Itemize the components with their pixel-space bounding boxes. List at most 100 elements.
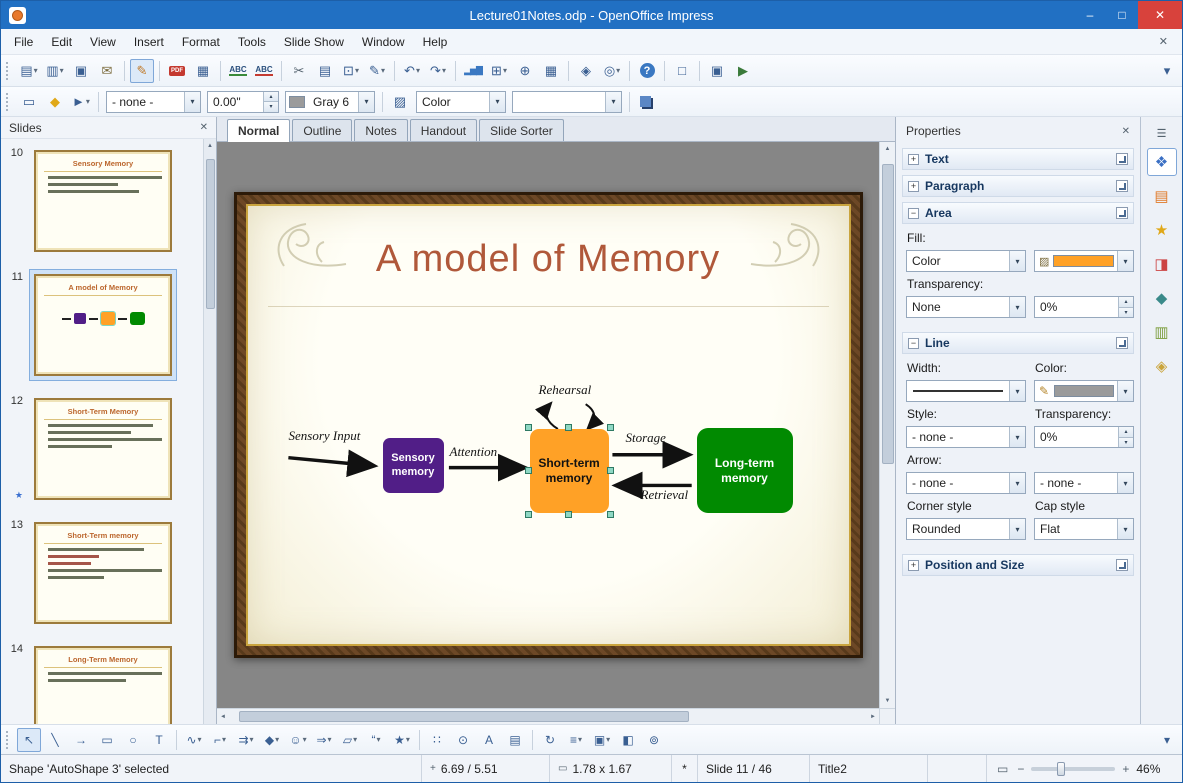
- slide-editing-canvas[interactable]: A model of Memory Sensory Input Attentio…: [217, 142, 879, 708]
- shadow-button[interactable]: [635, 90, 659, 114]
- symbol-shapes-button[interactable]: ☺ ▾: [286, 728, 310, 752]
- line-width-select[interactable]: ▾: [906, 380, 1026, 402]
- retrieval-label[interactable]: Retrieval: [641, 487, 689, 503]
- fontwork-button[interactable]: A: [477, 728, 501, 752]
- section-area-header[interactable]: − Area: [902, 202, 1134, 224]
- curve-tool-button[interactable]: ∿ ▾: [182, 728, 206, 752]
- zoom-slider[interactable]: [1031, 761, 1116, 776]
- insert-image-button[interactable]: ▤: [503, 728, 527, 752]
- help-button[interactable]: ?: [635, 59, 659, 83]
- fill-color-select[interactable]: ▨ ▾: [1034, 250, 1134, 272]
- section-line-header[interactable]: − Line: [902, 332, 1134, 354]
- arrange-button[interactable]: ▣ ▾: [590, 728, 614, 752]
- scroll-left-icon[interactable]: ◄: [220, 710, 226, 724]
- menu-tools[interactable]: Tools: [229, 31, 275, 53]
- slide-show-button[interactable]: ▶: [731, 59, 755, 83]
- line-style-select[interactable]: - none - ▾: [106, 90, 201, 113]
- extrusion-button[interactable]: ◧: [616, 728, 640, 752]
- transparency-type-select[interactable]: None ▾: [906, 296, 1026, 318]
- save-button[interactable]: ▣: [69, 59, 93, 83]
- dialog-launcher-icon[interactable]: [1116, 559, 1128, 571]
- slide-10-thumbnail[interactable]: Sensory Memory: [34, 150, 172, 252]
- spin-up-icon[interactable]: ▴: [1119, 297, 1133, 308]
- toolbar-overflow-button[interactable]: ▾: [1155, 728, 1179, 752]
- dialog-launcher-icon[interactable]: [1116, 207, 1128, 219]
- paste-button[interactable]: ⊡ ▾: [339, 59, 363, 83]
- selection-handle[interactable]: [606, 424, 614, 431]
- edit-points-button[interactable]: ∷: [425, 728, 449, 752]
- rehearsal-label[interactable]: Rehearsal: [539, 382, 592, 398]
- slide-14-thumbnail[interactable]: Long-Term Memory: [34, 646, 172, 724]
- arrow-style-button[interactable]: ► ▾: [69, 90, 93, 114]
- scrollbar-thumb[interactable]: [239, 711, 690, 722]
- slides-panel-scrollbar[interactable]: ▲: [203, 139, 216, 724]
- toolbar-grip[interactable]: [6, 730, 11, 749]
- spin-up-icon[interactable]: ▴: [264, 91, 278, 102]
- sidebar-custom-animation-icon[interactable]: ★: [1147, 216, 1177, 244]
- selection-handle[interactable]: [524, 424, 532, 431]
- insert-chart-button[interactable]: ▂▅▇: [461, 59, 485, 83]
- clone-formatting-button[interactable]: ✎ ▾: [365, 59, 389, 83]
- zoom-out-icon[interactable]: −: [1015, 762, 1026, 776]
- text-tool-button[interactable]: T: [147, 728, 171, 752]
- sidebar-settings-icon[interactable]: ☰: [1147, 124, 1177, 142]
- minimize-button[interactable]: –: [1074, 1, 1106, 29]
- glue-points-button[interactable]: ⊙: [451, 728, 475, 752]
- redo-button[interactable]: ↷ ▾: [426, 59, 450, 83]
- storage-label[interactable]: Storage: [626, 430, 666, 446]
- sidebar-slide-transition-icon[interactable]: ◨: [1147, 250, 1177, 278]
- scroll-right-icon[interactable]: ►: [870, 710, 876, 724]
- toolbar-overflow-button[interactable]: ▾: [1155, 59, 1179, 83]
- selection-handle[interactable]: [606, 511, 614, 518]
- rectangle-tool-button[interactable]: ▭: [95, 728, 119, 752]
- corner-style-select[interactable]: Rounded ▾: [906, 518, 1026, 540]
- cap-style-select[interactable]: Flat ▾: [1034, 518, 1134, 540]
- section-position-size-header[interactable]: + Position and Size: [902, 554, 1134, 576]
- slide[interactable]: A model of Memory Sensory Input Attentio…: [233, 192, 863, 658]
- line-tool-button[interactable]: ╲: [43, 728, 67, 752]
- stars-button[interactable]: ★ ▾: [390, 728, 414, 752]
- open-button[interactable]: ▥ ▾: [43, 59, 67, 83]
- horizontal-scrollbar[interactable]: ◄ ►: [217, 708, 879, 724]
- sidebar-styles-icon[interactable]: ◆: [1147, 284, 1177, 312]
- slides-panel-close-icon[interactable]: ✕: [200, 122, 208, 133]
- fill-type-select[interactable]: Color ▾: [906, 250, 1026, 272]
- collapse-icon[interactable]: −: [908, 207, 919, 219]
- edit-file-button[interactable]: ✎: [130, 58, 154, 83]
- new-document-button[interactable]: ▤ ▾: [17, 59, 41, 83]
- lines-arrows-button[interactable]: ⇉ ▾: [234, 728, 258, 752]
- menu-edit[interactable]: Edit: [42, 31, 81, 53]
- selection-handle[interactable]: [565, 511, 572, 518]
- menu-window[interactable]: Window: [353, 31, 414, 53]
- autospellcheck-button[interactable]: ABC: [252, 59, 276, 83]
- new-slide-button[interactable]: □: [670, 59, 694, 83]
- rotate-button[interactable]: ↻: [538, 728, 562, 752]
- close-button[interactable]: ✕: [1138, 1, 1182, 29]
- display-grid-button[interactable]: ▦: [539, 59, 563, 83]
- maximize-button[interactable]: □: [1106, 1, 1138, 29]
- tab-notes[interactable]: Notes: [354, 119, 408, 141]
- selection-handle[interactable]: [524, 511, 532, 518]
- slide-design-button[interactable]: ▣: [705, 59, 729, 83]
- spin-up-icon[interactable]: ▴: [1119, 427, 1133, 438]
- zoom-button[interactable]: ◎ ▾: [600, 59, 624, 83]
- properties-panel-close-icon[interactable]: ✕: [1122, 126, 1130, 137]
- basic-shapes-button[interactable]: ◆ ▾: [260, 728, 284, 752]
- callouts-button[interactable]: “▾: [364, 728, 388, 752]
- sensory-input-label[interactable]: Sensory Input: [289, 428, 361, 444]
- selection-handle[interactable]: [524, 467, 532, 474]
- line-color-select[interactable]: ✎ ▾: [1034, 380, 1134, 402]
- sidebar-navigator-icon[interactable]: ◈: [1147, 352, 1177, 380]
- slide-11-thumbnail[interactable]: A model of Memory: [34, 274, 172, 376]
- menu-slideshow[interactable]: Slide Show: [275, 31, 353, 53]
- hyperlink-button[interactable]: ⊕: [513, 59, 537, 83]
- collapse-icon[interactable]: −: [908, 337, 919, 349]
- slide-thumbnail-item[interactable]: 14 Long-Term Memory: [1, 641, 216, 724]
- arrow-end-select[interactable]: - none - ▾: [1034, 472, 1134, 494]
- menu-insert[interactable]: Insert: [125, 31, 173, 53]
- zoom-fit-icon[interactable]: ▭: [995, 762, 1010, 776]
- expand-icon[interactable]: +: [908, 180, 919, 192]
- cut-button[interactable]: ✂: [287, 59, 311, 83]
- connector-tool-button[interactable]: ⌐ ▾: [208, 728, 232, 752]
- zoom-slider-thumb[interactable]: [1056, 761, 1065, 776]
